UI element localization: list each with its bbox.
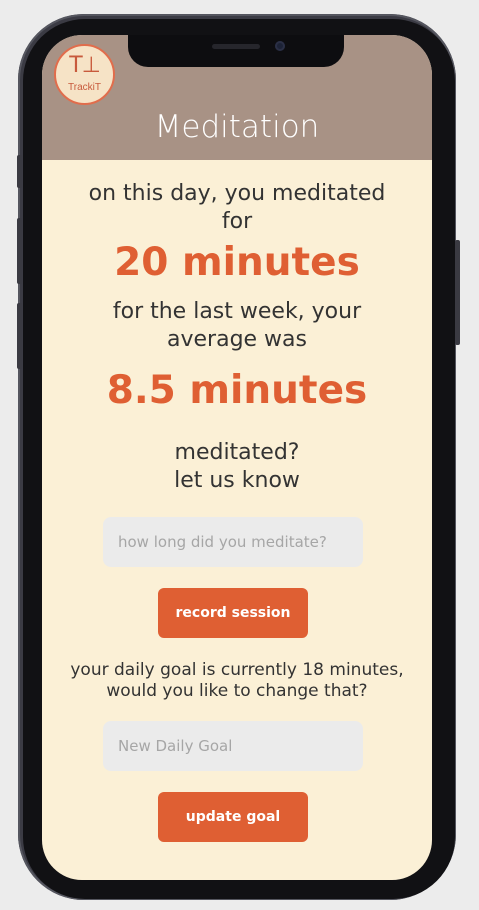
speaker-grille: [212, 44, 260, 49]
trackit-logo[interactable]: T⊥ TrackiT: [54, 44, 115, 105]
goal-line-2: would you like to change that?: [106, 681, 368, 701]
new-daily-goal-input[interactable]: [103, 721, 363, 771]
record-session-button[interactable]: record session: [158, 588, 308, 638]
week-average-value: 8.5 minutes: [106, 368, 368, 413]
mute-switch: [17, 155, 22, 188]
today-minutes-value: 20 minutes: [114, 240, 360, 285]
week-line-1: for the last week, your: [112, 299, 362, 324]
app-screen: T⊥ TrackiT Meditation on this day, you m…: [42, 35, 432, 880]
prompt-line-1: meditated?: [174, 440, 300, 465]
front-camera-icon: [275, 41, 285, 51]
volume-up-button: [17, 218, 22, 284]
logo-mark: T⊥: [69, 53, 101, 78]
prompt-line-2: let us know: [174, 468, 300, 493]
logo-text: TrackiT: [68, 82, 101, 93]
volume-down-button: [17, 303, 22, 369]
phone-notch: [128, 35, 344, 67]
today-line-1: on this day, you meditated: [88, 181, 386, 206]
goal-line-1: your daily goal is currently 18 minutes,: [70, 660, 404, 680]
power-button: [455, 240, 460, 345]
today-line-2: for: [221, 209, 253, 234]
session-duration-input[interactable]: [103, 517, 363, 567]
week-line-2: average was: [167, 327, 307, 352]
update-goal-button[interactable]: update goal: [158, 792, 308, 842]
page-title: Meditation: [154, 109, 320, 145]
